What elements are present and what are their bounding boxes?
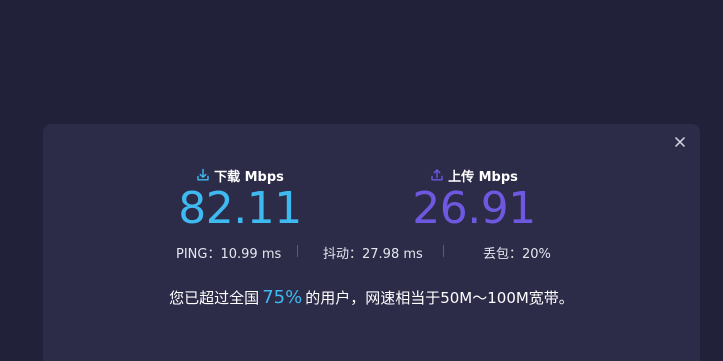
stats-row: PING：10.99 ms 抖动：27.98 ms 丢包：20% [43, 243, 700, 262]
download-icon [197, 168, 209, 181]
divider [297, 245, 298, 257]
divider [443, 245, 444, 257]
summary-suffix: 的用户，网速相当于50M～100M宽带。 [305, 289, 574, 307]
download-metric: 下载 Mbps 82.11 [140, 166, 340, 233]
download-header: 下载 Mbps [140, 166, 340, 185]
download-speed-value: 82.11 [178, 183, 302, 234]
summary-prefix: 您已超过全国 [169, 289, 260, 307]
upload-label: 上传 Mbps [448, 169, 518, 185]
upload-icon [431, 169, 443, 181]
upload-header: 上传 Mbps [374, 166, 574, 185]
page: 下载 Mbps 82.11 上传 Mbps 26.91 PING：10.99 m… [0, 0, 723, 361]
packet-loss-stat: 丢包：20% [483, 247, 551, 262]
upload-speed-value: 26.91 [412, 183, 536, 234]
speed-result-dialog: 下载 Mbps 82.11 上传 Mbps 26.91 PING：10.99 m… [43, 124, 700, 361]
upload-metric: 上传 Mbps 26.91 [374, 166, 574, 233]
close-button[interactable] [672, 134, 688, 150]
download-label: 下载 Mbps [214, 169, 284, 185]
ping-stat: PING：10.99 ms [176, 247, 282, 262]
close-icon [675, 137, 685, 147]
summary-text: 您已超过全国 75% 的用户，网速相当于50M～100M宽带。 [43, 287, 700, 309]
jitter-stat: 抖动：27.98 ms [323, 247, 423, 262]
summary-percent: 75% [262, 287, 303, 308]
